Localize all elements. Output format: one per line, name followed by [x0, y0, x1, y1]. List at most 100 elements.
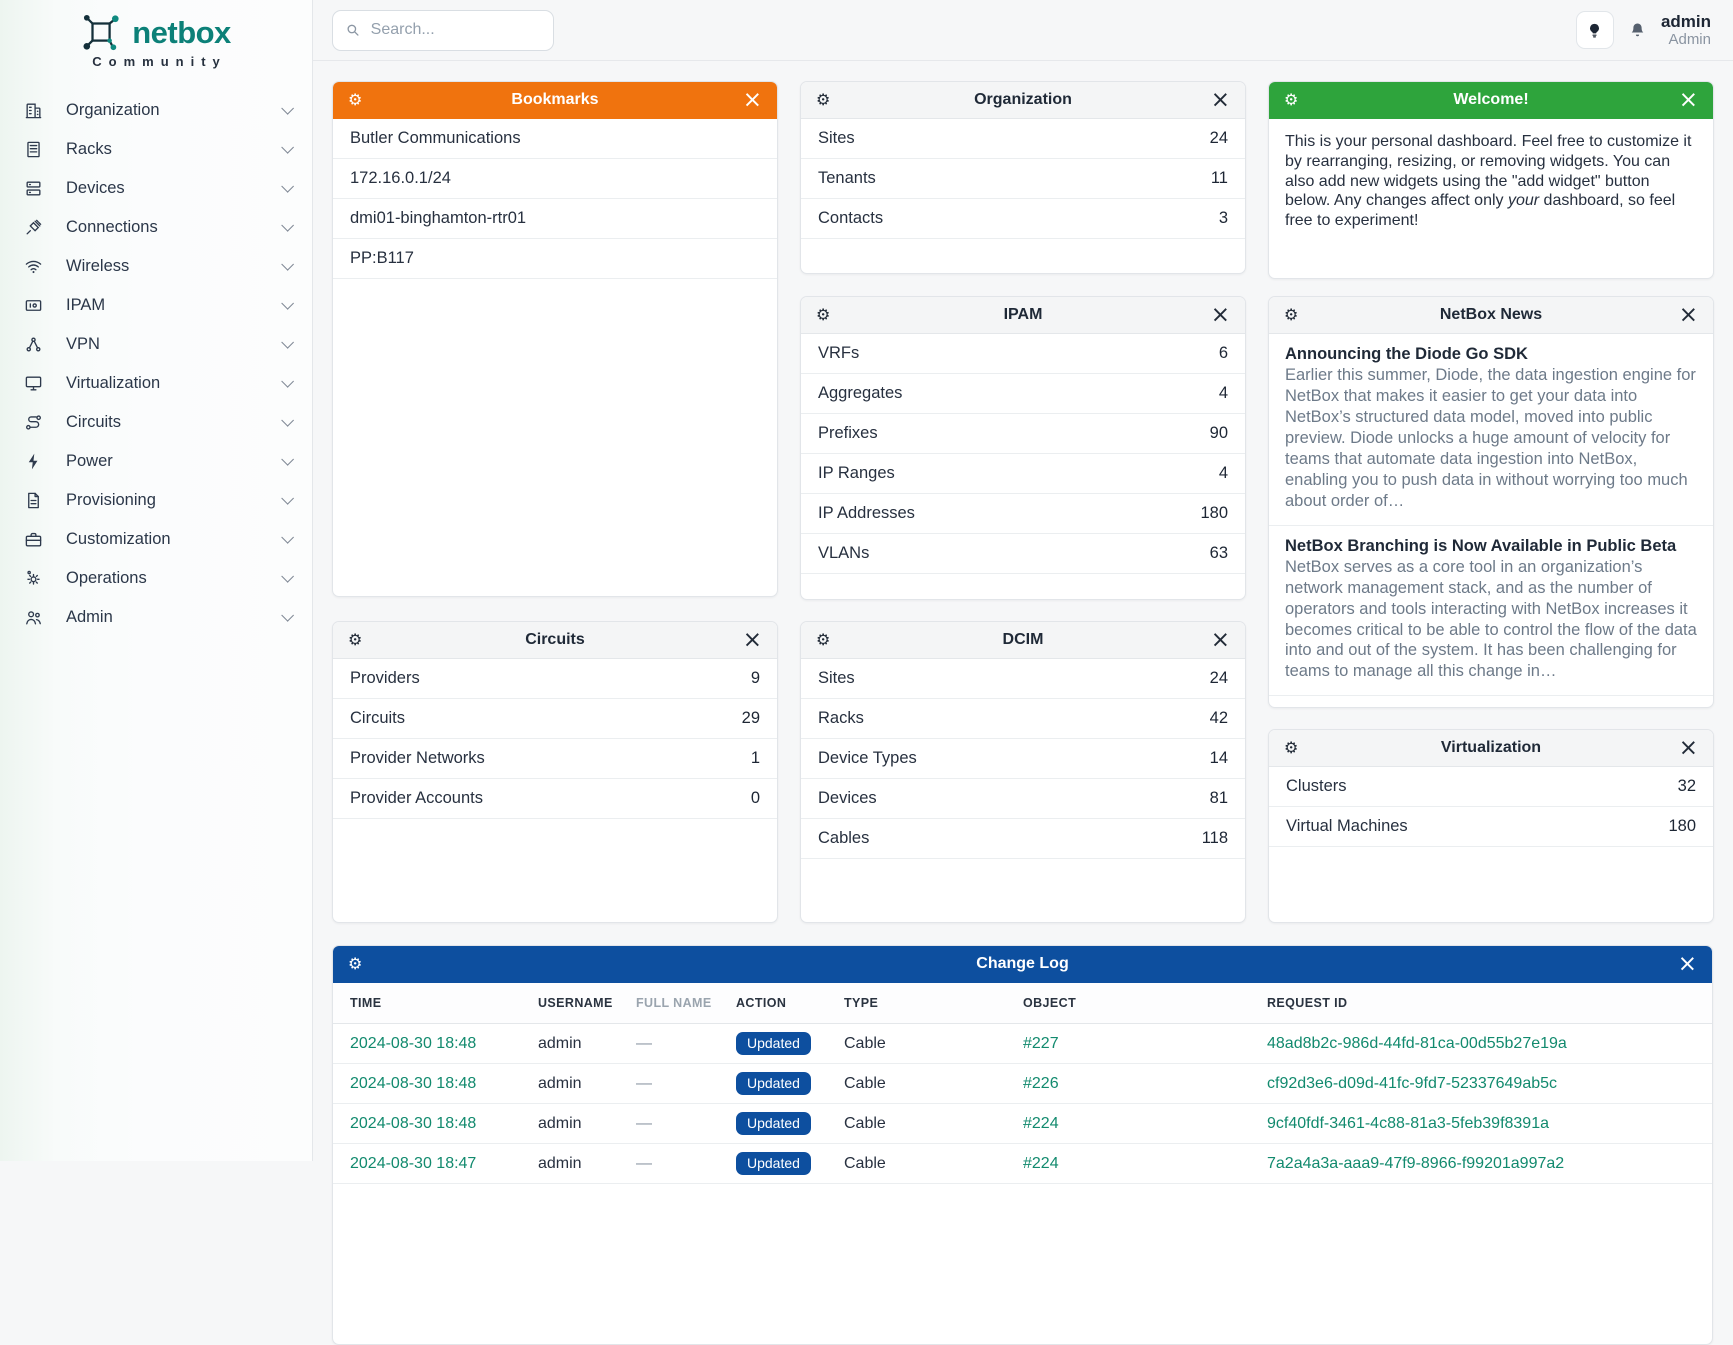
- user-menu[interactable]: admin Admin: [1661, 12, 1711, 49]
- sidebar-item-power[interactable]: Power: [0, 442, 312, 481]
- sidebar-item-virtualization[interactable]: Virtualization: [0, 364, 312, 403]
- stat-row[interactable]: Prefixes90: [801, 414, 1245, 454]
- search-input[interactable]: [371, 21, 541, 39]
- bookmark-item[interactable]: PP:B117: [333, 239, 777, 279]
- user-name: admin: [1661, 12, 1711, 32]
- stat-row[interactable]: VLANs63: [801, 534, 1245, 574]
- sidebar-item-customization[interactable]: Customization: [0, 520, 312, 559]
- sidebar-item-provisioning[interactable]: Provisioning: [0, 481, 312, 520]
- changelog-object-link[interactable]: #224: [1023, 1115, 1267, 1133]
- widget-config-button[interactable]: ⚙: [1282, 90, 1300, 110]
- welcome-text: This is your personal dashboard. Feel fr…: [1269, 119, 1713, 244]
- stat-row[interactable]: Clusters32: [1269, 767, 1713, 807]
- stat-row[interactable]: Sites24: [801, 119, 1245, 159]
- widget-config-button[interactable]: ⚙: [1282, 738, 1300, 758]
- widget-close-button[interactable]: ×: [1209, 87, 1232, 114]
- stat-row[interactable]: Circuits29: [333, 699, 777, 739]
- changelog-object-link[interactable]: #226: [1023, 1075, 1267, 1093]
- changelog-requestid-link[interactable]: 7a2a4a3a-aaa9-47f9-8966-f99201a997a2: [1267, 1155, 1695, 1173]
- widget-config-button[interactable]: ⚙: [346, 630, 364, 650]
- welcome-widget-header: ⚙ Welcome! ×: [1269, 82, 1713, 119]
- changelog-requestid-link[interactable]: cf92d3e6-d09d-41fc-9fd7-52337649ab5c: [1267, 1075, 1695, 1093]
- widget-config-button[interactable]: ⚙: [346, 90, 364, 110]
- bookmark-item[interactable]: Butler Communications: [333, 119, 777, 159]
- bookmark-item[interactable]: 172.16.0.1/24: [333, 159, 777, 199]
- stat-value: 24: [1210, 669, 1228, 688]
- stat-row[interactable]: Providers9: [333, 659, 777, 699]
- changelog-time-link[interactable]: 2024-08-30 18:48: [350, 1115, 538, 1133]
- action-badge: Updated: [736, 1072, 811, 1095]
- stat-row[interactable]: Provider Networks1: [333, 739, 777, 779]
- table-row: 2024-08-30 18:47 admin — Updated Cable #…: [333, 1144, 1712, 1184]
- chevron-down-icon: [281, 570, 294, 583]
- sidebar-item-vpn[interactable]: VPN: [0, 325, 312, 364]
- changelog-fullname: —: [636, 1075, 736, 1093]
- news-headline-link[interactable]: Announcing the Diode Go SDK: [1285, 345, 1697, 364]
- stat-row[interactable]: Sites24: [801, 659, 1245, 699]
- changelog-time-link[interactable]: 2024-08-30 18:48: [350, 1075, 538, 1093]
- widget-close-button[interactable]: ×: [1676, 951, 1699, 978]
- ipam-widget-header: ⚙ IPAM ×: [801, 297, 1245, 334]
- ipam-icon: [24, 296, 44, 316]
- stat-label: Aggregates: [818, 384, 902, 403]
- stat-value: 29: [742, 709, 760, 728]
- widget-config-button[interactable]: ⚙: [814, 305, 832, 325]
- sidebar-item-racks[interactable]: Racks: [0, 130, 312, 169]
- changelog-object-link[interactable]: #227: [1023, 1035, 1267, 1053]
- stat-row[interactable]: VRFs6: [801, 334, 1245, 374]
- stat-row[interactable]: Cables118: [801, 819, 1245, 859]
- changelog-requestid-link[interactable]: 9cf40fdf-3461-4c88-81a3-5feb39f8391a: [1267, 1115, 1695, 1133]
- stat-row[interactable]: Provider Accounts0: [333, 779, 777, 819]
- chevron-down-icon: [281, 336, 294, 349]
- stat-row[interactable]: Racks42: [801, 699, 1245, 739]
- changelog-username: admin: [538, 1115, 636, 1133]
- changelog-requestid-link[interactable]: 48ad8b2c-986d-44fd-81ca-00d55b27e19a: [1267, 1035, 1695, 1053]
- sidebar-item-wireless[interactable]: Wireless: [0, 247, 312, 286]
- widget-config-button[interactable]: ⚙: [346, 954, 364, 974]
- sidebar-item-admin[interactable]: Admin: [0, 598, 312, 637]
- widget-config-button[interactable]: ⚙: [814, 630, 832, 650]
- stat-row[interactable]: Virtual Machines180: [1269, 807, 1713, 847]
- news-headline-link[interactable]: NetBox Branching is Now Available in Pub…: [1285, 537, 1697, 556]
- widget-close-button[interactable]: ×: [741, 627, 764, 654]
- notifications-button[interactable]: [1628, 21, 1647, 40]
- stat-value: 0: [751, 789, 760, 808]
- stat-row[interactable]: IP Ranges4: [801, 454, 1245, 494]
- widget-close-button[interactable]: ×: [1209, 627, 1232, 654]
- sidebar-item-operations[interactable]: Operations: [0, 559, 312, 598]
- changelog-object-link[interactable]: #224: [1023, 1155, 1267, 1173]
- widget-close-button[interactable]: ×: [1677, 87, 1700, 114]
- bookmark-item[interactable]: dmi01-binghamton-rtr01: [333, 199, 777, 239]
- action-badge: Updated: [736, 1112, 811, 1135]
- stat-row[interactable]: Devices81: [801, 779, 1245, 819]
- stat-label: VRFs: [818, 344, 859, 363]
- bookmark-label: dmi01-binghamton-rtr01: [350, 209, 526, 228]
- widget-close-button[interactable]: ×: [1677, 302, 1700, 329]
- stat-row[interactable]: Tenants11: [801, 159, 1245, 199]
- changelog-time-link[interactable]: 2024-08-30 18:48: [350, 1035, 538, 1053]
- theme-toggle-button[interactable]: [1576, 11, 1614, 49]
- widget-config-button[interactable]: ⚙: [814, 90, 832, 110]
- sidebar-item-ipam[interactable]: IPAM: [0, 286, 312, 325]
- widget-config-button[interactable]: ⚙: [1282, 305, 1300, 325]
- stat-row[interactable]: Device Types14: [801, 739, 1245, 779]
- widget-close-button[interactable]: ×: [1677, 735, 1700, 762]
- widget-close-button[interactable]: ×: [1209, 302, 1232, 329]
- search-box: [332, 10, 554, 51]
- widget-close-button[interactable]: ×: [741, 87, 764, 114]
- sidebar-item-connections[interactable]: Connections: [0, 208, 312, 247]
- chevron-down-icon: [281, 141, 294, 154]
- changelog-time-link[interactable]: 2024-08-30 18:47: [350, 1155, 538, 1173]
- sidebar-item-circuits[interactable]: Circuits: [0, 403, 312, 442]
- stat-row[interactable]: Contacts3: [801, 199, 1245, 239]
- sidebar-item-devices[interactable]: Devices: [0, 169, 312, 208]
- stat-row[interactable]: Aggregates4: [801, 374, 1245, 414]
- news-list: Announcing the Diode Go SDK Earlier this…: [1269, 334, 1713, 708]
- stat-row[interactable]: IP Addresses180: [801, 494, 1245, 534]
- sidebar-item-organization[interactable]: Organization: [0, 91, 312, 130]
- stat-value: 63: [1210, 544, 1228, 563]
- news-headline-link[interactable]: A New Look For NetBox and NetBox Labs: [1285, 707, 1697, 708]
- news-excerpt: NetBox serves as a core tool in an organ…: [1285, 557, 1697, 683]
- netbox-logo[interactable]: netbox: [0, 0, 312, 52]
- stat-label: Virtual Machines: [1286, 817, 1408, 836]
